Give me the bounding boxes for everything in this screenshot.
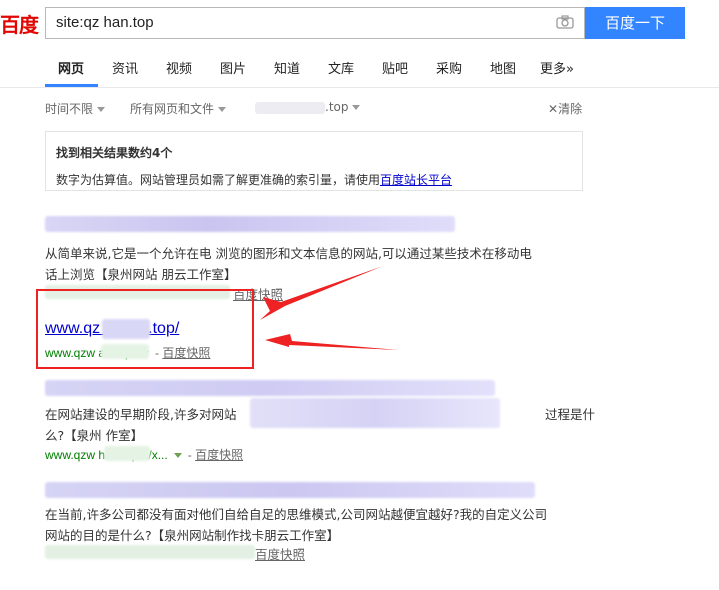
annotation-arrow-lower: [265, 334, 398, 350]
annotation-arrow-upper: [260, 266, 383, 320]
annotation-arrows: [260, 266, 398, 350]
